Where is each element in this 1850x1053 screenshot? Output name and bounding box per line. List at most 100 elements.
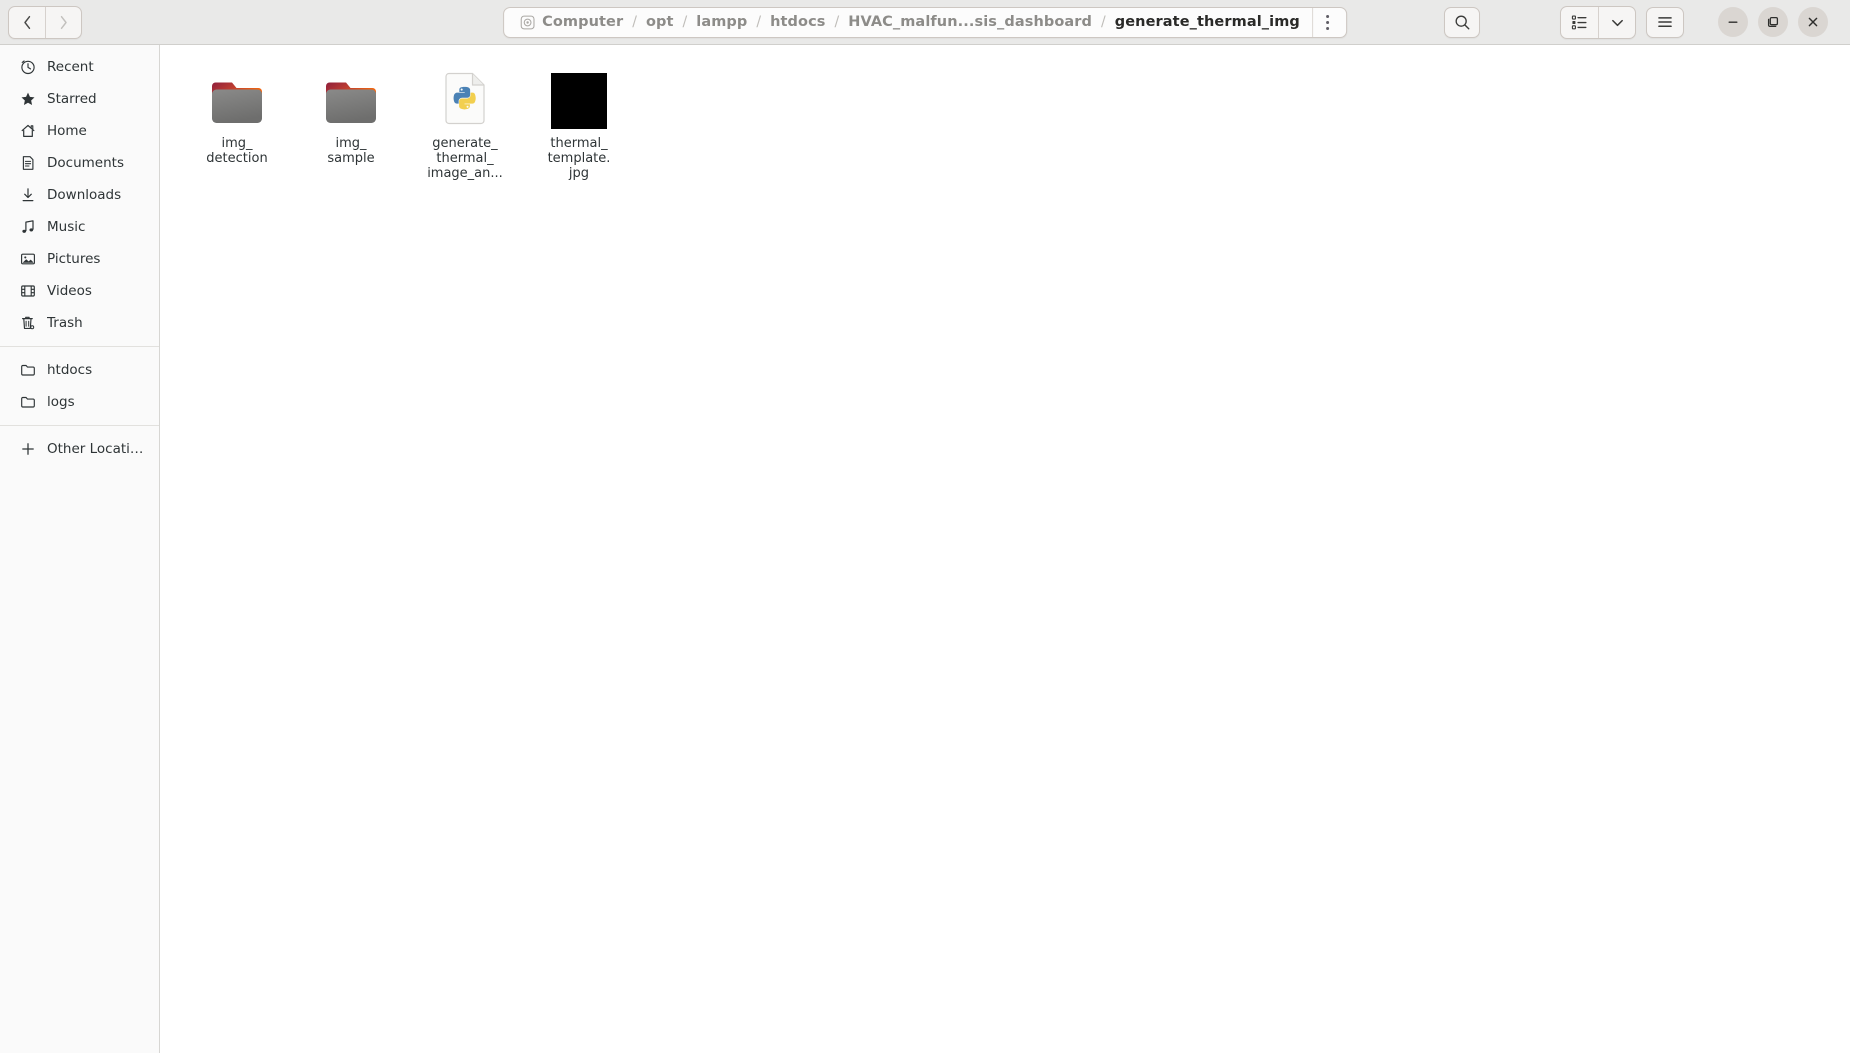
clock-icon: [19, 59, 36, 76]
breadcrumb-item-hvac-dashboard[interactable]: HVAC_malfun...sis_dashboard: [840, 14, 1100, 30]
sidebar-item-recent[interactable]: Recent: [5, 51, 154, 83]
main-menu-button[interactable]: [1646, 6, 1684, 38]
chevron-right-icon: [60, 15, 67, 29]
view-dropdown-button[interactable]: [1598, 6, 1635, 38]
plus-icon: [19, 441, 36, 458]
breadcrumb: Computer / opt / lampp / htdocs / HVAC_m…: [503, 6, 1347, 38]
chevron-left-icon: [23, 15, 30, 29]
sidebar-item-music[interactable]: Music: [5, 211, 154, 243]
sidebar-item-videos[interactable]: Videos: [5, 275, 154, 307]
star-icon: [19, 91, 36, 108]
breadcrumb-label: htdocs: [770, 14, 826, 30]
file-name-label: img_ detection: [206, 136, 268, 166]
sidebar-item-htdocs[interactable]: htdocs: [5, 354, 154, 386]
document-icon: [19, 155, 36, 172]
folder-icon: [19, 394, 36, 411]
breadcrumb-item-htdocs[interactable]: htdocs: [762, 14, 833, 30]
breadcrumb-item-lampp[interactable]: lampp: [688, 14, 755, 30]
sidebar-item-label: Music: [47, 219, 86, 235]
navigation-buttons: [8, 5, 82, 39]
files-window: Computer / opt / lampp / htdocs / HVAC_m…: [0, 0, 1850, 1053]
sidebar-item-label: Starred: [47, 91, 97, 107]
sidebar-item-downloads[interactable]: Downloads: [5, 179, 154, 211]
sidebar-item-label: logs: [47, 394, 75, 410]
sidebar-item-label: Home: [47, 123, 87, 139]
sidebar: Recent Starred Home Documents Downloads …: [0, 45, 160, 1053]
list-view-icon: [1571, 15, 1587, 29]
sidebar-item-label: Recent: [47, 59, 94, 75]
breadcrumb-separator: /: [834, 14, 840, 30]
breadcrumb-item-computer[interactable]: Computer: [512, 14, 631, 30]
forward-button[interactable]: [45, 6, 81, 38]
sidebar-item-label: Videos: [47, 283, 92, 299]
sidebar-item-trash[interactable]: Trash: [5, 307, 154, 339]
window-body: Recent Starred Home Documents Downloads …: [0, 45, 1850, 1053]
maximize-button[interactable]: [1758, 7, 1788, 37]
path-menu-button[interactable]: [1311, 7, 1342, 37]
file-list-view[interactable]: img_ detection img_ sample generate_ the…: [160, 45, 1850, 1053]
breadcrumb-label: lampp: [696, 14, 748, 30]
header-right-controls: [1444, 5, 1842, 39]
minimize-icon: [1728, 21, 1738, 23]
folder-icon: [205, 65, 269, 129]
sidebar-item-label: Other Locations: [47, 441, 144, 457]
minimize-button[interactable]: [1718, 7, 1748, 37]
breadcrumb-separator: /: [1101, 14, 1106, 30]
file-name-label: generate_ thermal_ image_an...: [427, 136, 503, 181]
sidebar-item-pictures[interactable]: Pictures: [5, 243, 154, 275]
trash-icon: [19, 315, 36, 332]
python-file-icon: [433, 65, 497, 129]
file-item-python[interactable]: generate_ thermal_ image_an...: [408, 59, 522, 189]
sidebar-item-starred[interactable]: Starred: [5, 83, 154, 115]
back-button[interactable]: [9, 7, 45, 38]
breadcrumb-item-current[interactable]: generate_thermal_img: [1107, 14, 1308, 30]
view-list-button[interactable]: [1561, 7, 1598, 38]
sidebar-item-label: Downloads: [47, 187, 122, 203]
sidebar-divider: [0, 346, 159, 347]
drive-icon: [520, 15, 535, 29]
breadcrumb-separator: /: [632, 14, 637, 30]
file-name-label: img_ sample: [327, 136, 375, 166]
image-thumbnail: [547, 65, 611, 129]
download-icon: [19, 187, 36, 204]
search-icon: [1455, 15, 1469, 29]
search-button[interactable]: [1444, 6, 1480, 38]
kebab-menu-icon: [1325, 14, 1329, 30]
video-icon: [19, 283, 36, 300]
breadcrumb-label: opt: [645, 14, 674, 30]
picture-icon: [19, 251, 36, 268]
file-name-label: thermal_ template. jpg: [547, 136, 611, 181]
sidebar-item-other-locations[interactable]: Other Locations: [5, 433, 154, 465]
sidebar-item-home[interactable]: Home: [5, 115, 154, 147]
file-item-image[interactable]: thermal_ template. jpg: [522, 59, 636, 189]
icon-grid: img_ detection img_ sample generate_ the…: [160, 45, 1850, 189]
sidebar-item-label: Pictures: [47, 251, 101, 267]
folder-icon: [319, 65, 383, 129]
breadcrumb-label: Computer: [542, 14, 624, 30]
file-item-folder[interactable]: img_ sample: [294, 59, 408, 189]
breadcrumb-label: generate_thermal_img: [1114, 14, 1300, 30]
file-item-folder[interactable]: img_ detection: [180, 59, 294, 189]
close-icon: [1808, 17, 1818, 27]
sidebar-item-label: htdocs: [47, 362, 93, 378]
sidebar-item-documents[interactable]: Documents: [5, 147, 154, 179]
chevron-down-icon: [1611, 19, 1623, 26]
close-button[interactable]: [1798, 7, 1828, 37]
breadcrumb-separator: /: [756, 14, 762, 30]
breadcrumb-item-opt[interactable]: opt: [638, 14, 682, 30]
header-bar: Computer / opt / lampp / htdocs / HVAC_m…: [0, 0, 1850, 45]
music-icon: [19, 219, 36, 236]
sidebar-divider: [0, 425, 159, 426]
sidebar-item-label: Documents: [47, 155, 124, 171]
maximize-icon: [1767, 16, 1779, 28]
folder-icon: [19, 362, 36, 379]
thermal-image-preview: [551, 73, 607, 129]
home-icon: [19, 123, 36, 140]
nav-button-group: [8, 5, 82, 39]
breadcrumb-label: HVAC_malfun...sis_dashboard: [848, 14, 1093, 30]
breadcrumb-separator: /: [682, 14, 688, 30]
sidebar-item-label: Trash: [47, 315, 83, 331]
view-button-group: [1560, 5, 1636, 39]
hamburger-menu-icon: [1658, 17, 1672, 27]
sidebar-item-logs[interactable]: logs: [5, 386, 154, 418]
